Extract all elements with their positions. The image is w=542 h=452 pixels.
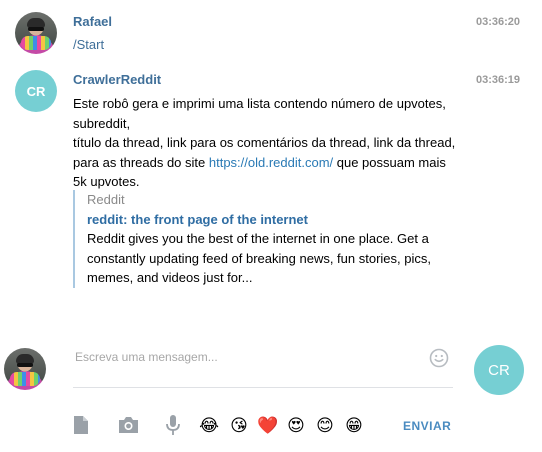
emoji-smile-button[interactable]: 😊 [314, 415, 336, 437]
link-preview[interactable]: Reddit reddit: the front page of the int… [73, 190, 477, 288]
message-input-area [73, 343, 453, 388]
message-input[interactable] [73, 345, 417, 369]
microphone-icon [166, 415, 180, 435]
preview-site: Reddit [87, 192, 125, 207]
message-time: 03:36:20 [475, 16, 520, 28]
attach-file-button[interactable] [70, 414, 92, 436]
send-button[interactable]: ENVIAR [403, 419, 451, 433]
bot-avatar[interactable]: CR [15, 70, 57, 112]
file-icon [74, 416, 88, 434]
emoji-heart-button[interactable]: ❤️ [257, 415, 279, 437]
user-avatar[interactable] [15, 12, 57, 54]
chat-peer-avatar[interactable]: CR [474, 345, 524, 395]
my-avatar[interactable] [4, 348, 46, 390]
attach-photo-button[interactable] [117, 414, 139, 436]
sender-name[interactable]: CrawlerReddit [73, 72, 161, 87]
camera-icon [118, 417, 138, 433]
emoji-picker-icon[interactable] [429, 348, 449, 368]
avatar-initials: CR [26, 83, 46, 99]
sender-name[interactable]: Rafael [73, 14, 112, 29]
emoji-grin-button[interactable]: 😁 [343, 415, 365, 437]
message-crawlerreddit: CR CrawlerReddit 03:36:19 Este robô gera… [0, 60, 542, 300]
voice-record-button[interactable] [162, 414, 184, 436]
message-link[interactable]: https://old.reddit.com/ [209, 155, 333, 170]
emoji-joy-button[interactable]: 😂 [198, 415, 220, 437]
emoji-heart-eyes-button[interactable]: 😍 [285, 415, 307, 437]
preview-title[interactable]: reddit: the front page of the internet [87, 210, 477, 230]
message-rafael: Rafael 03:36:20 /Start [0, 0, 542, 60]
message-text: /Start [73, 37, 105, 52]
message-time: 03:36:19 [475, 74, 520, 86]
message-text: Este robô gera e imprimi uma lista conte… [73, 94, 493, 192]
preview-description: Reddit gives you the best of the interne… [87, 231, 431, 285]
avatar-initials: CR [488, 361, 510, 379]
emoji-kiss-button[interactable]: 😘 [228, 415, 250, 437]
